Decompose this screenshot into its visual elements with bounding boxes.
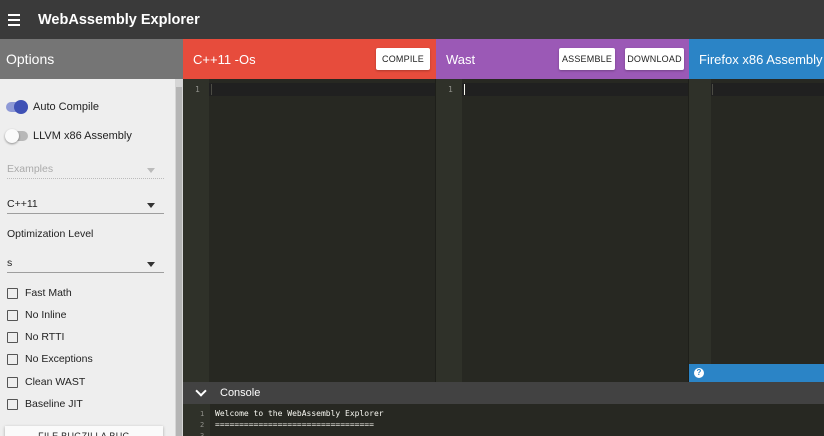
wast-editor-cursor <box>464 84 465 95</box>
auto-compile-label: Auto Compile <box>33 101 100 113</box>
baseline-jit-option[interactable]: Baseline JIT <box>7 398 83 410</box>
fast-math-label: Fast Math <box>25 287 72 299</box>
options-header: Options <box>0 39 183 79</box>
examples-placeholder: Examples <box>7 163 54 175</box>
optimization-select[interactable]: s <box>7 254 164 273</box>
llvm-asm-toggle-row[interactable]: LLVM x86 Assembly <box>5 129 132 143</box>
no-exceptions-option[interactable]: No Exceptions <box>7 353 93 365</box>
console-line-number: 1 <box>200 410 205 418</box>
asm-status-bar: ? <box>689 364 824 382</box>
cpp-active-line <box>209 83 436 96</box>
app-title: WebAssembly Explorer <box>38 11 200 28</box>
sidebar-scroll-thumb[interactable] <box>176 87 182 436</box>
console-line-number: 2 <box>200 421 205 429</box>
asm-pane-title: Firefox x86 Assembly <box>699 51 823 67</box>
asm-editor-cursor <box>712 84 713 95</box>
asm-editor-gutter <box>689 79 711 364</box>
sidebar-scrollbar[interactable] <box>175 79 183 436</box>
app-bar: WebAssembly Explorer <box>0 0 824 39</box>
clean-wast-option[interactable]: Clean WAST <box>7 376 85 388</box>
wast-editor[interactable]: 1 <box>436 79 689 382</box>
clean-wast-checkbox[interactable] <box>7 376 18 388</box>
console-output: 1 Welcome to the WebAssembly Explorer 2 … <box>183 404 824 436</box>
assemble-button[interactable]: ASSEMBLE <box>559 48 615 70</box>
cpp-pane-title: C++11 -Os <box>193 51 256 67</box>
compile-button[interactable]: COMPILE <box>376 48 430 70</box>
wast-line-number: 1 <box>448 85 453 94</box>
file-bugzilla-bug-button[interactable]: FILE BUGZILLA BUG <box>5 426 163 436</box>
cpp-editor-gutter <box>183 79 209 382</box>
fast-math-checkbox[interactable] <box>7 287 18 299</box>
asm-editor[interactable] <box>689 79 824 364</box>
auto-compile-toggle[interactable] <box>6 100 28 114</box>
auto-compile-toggle-row[interactable]: Auto Compile <box>6 100 100 114</box>
wast-active-line <box>462 83 689 96</box>
cpp-editor[interactable]: 1 <box>183 79 436 382</box>
language-value: C++11 <box>7 198 38 210</box>
no-rtti-option[interactable]: No RTTI <box>7 331 64 343</box>
optimization-value: s <box>7 257 13 269</box>
asm-pane-header: Firefox x86 Assembly <box>689 39 824 79</box>
wast-pane-header: Wast ASSEMBLE DOWNLOAD <box>436 39 689 79</box>
llvm-asm-toggle[interactable] <box>5 129 28 143</box>
wast-pane-title: Wast <box>446 51 476 67</box>
no-exceptions-checkbox[interactable] <box>7 353 18 365</box>
console-header[interactable]: Console <box>183 382 824 404</box>
no-inline-checkbox[interactable] <box>7 309 18 321</box>
optimization-level-label: Optimization Level <box>7 228 94 240</box>
chevron-down-icon[interactable] <box>195 385 207 397</box>
wast-editor-gutter <box>436 79 462 382</box>
cpp-editor-cursor <box>211 84 212 95</box>
no-rtti-checkbox[interactable] <box>7 331 18 343</box>
console-line: ================================= <box>215 420 374 429</box>
clean-wast-label: Clean WAST <box>25 376 86 388</box>
fast-math-option[interactable]: Fast Math <box>7 287 72 299</box>
dropdown-arrow-icon <box>147 168 155 173</box>
baseline-jit-checkbox[interactable] <box>7 398 18 410</box>
cpp-pane-header: C++11 -Os COMPILE <box>183 39 436 79</box>
llvm-asm-label: LLVM x86 Assembly <box>33 130 132 142</box>
asm-active-line <box>711 83 824 96</box>
cpp-line-number: 1 <box>195 85 200 94</box>
dropdown-arrow-icon <box>147 262 155 267</box>
no-exceptions-label: No Exceptions <box>25 353 93 365</box>
examples-select[interactable]: Examples <box>7 160 164 179</box>
options-sidebar: Auto Compile LLVM x86 Assembly Examples … <box>0 79 183 436</box>
console-line-number: 3 <box>200 432 205 436</box>
console-gutter <box>183 404 210 436</box>
no-inline-option[interactable]: No Inline <box>7 309 66 321</box>
console-line: Welcome to the WebAssembly Explorer <box>215 409 384 418</box>
no-inline-label: No Inline <box>25 309 67 321</box>
help-icon[interactable]: ? <box>694 368 704 378</box>
console-title: Console <box>220 387 261 399</box>
no-rtti-label: No RTTI <box>25 331 65 343</box>
dropdown-arrow-icon <box>147 203 155 208</box>
hamburger-menu-icon[interactable] <box>8 0 34 39</box>
baseline-jit-label: Baseline JIT <box>25 398 83 410</box>
language-select[interactable]: C++11 <box>7 195 164 214</box>
download-button[interactable]: DOWNLOAD <box>625 48 684 70</box>
